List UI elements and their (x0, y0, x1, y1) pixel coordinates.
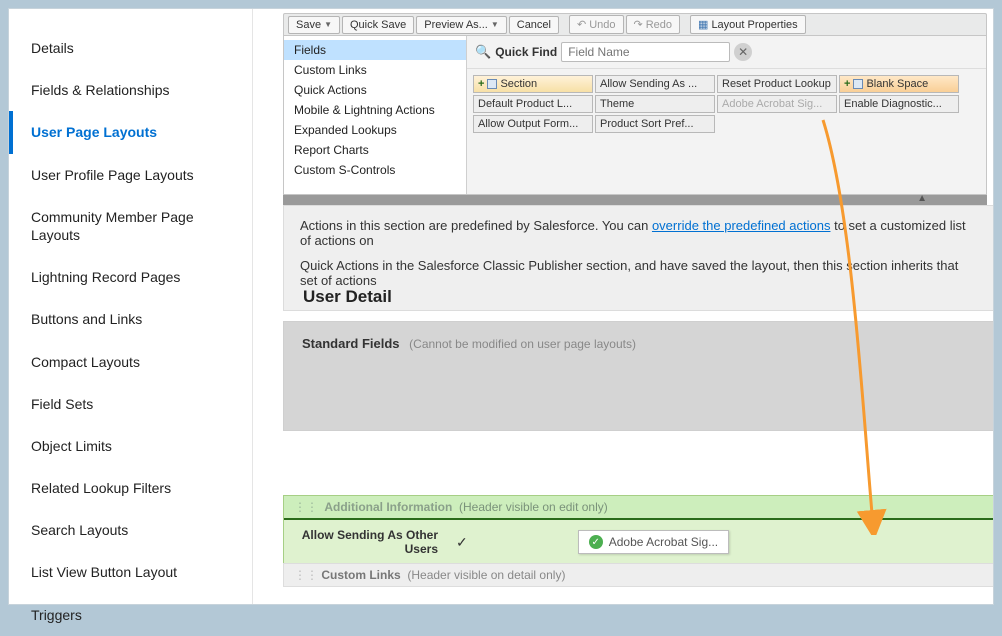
standard-fields-title: Standard Fields (302, 336, 400, 351)
preview-as-button[interactable]: Preview As...▼ (416, 16, 507, 34)
properties-icon: ▦ (698, 18, 708, 31)
palette-category-mobile-lightning-actions[interactable]: Mobile & Lightning Actions (284, 100, 466, 120)
redo-button[interactable]: ↷Redo (626, 15, 681, 34)
custom-links-section-header: ⋮⋮ Custom Links (Header visible on detai… (283, 563, 993, 587)
palette-chip-allow-output-form[interactable]: Allow Output Form... (473, 115, 593, 133)
drag-grip-icon: ⋮⋮ (294, 500, 318, 514)
sidebar-item-user-page-layouts[interactable]: User Page Layouts (9, 111, 252, 153)
drag-grip-icon: ⋮⋮ (294, 568, 318, 582)
quick-find-row: 🔍 Quick Find ✕ (467, 36, 986, 69)
search-icon: 🔍 (475, 44, 491, 60)
palette-chip-blank-space[interactable]: +Blank Space (839, 75, 959, 93)
undo-button[interactable]: ↶Undo (569, 15, 624, 34)
check-circle-icon: ✓ (589, 535, 603, 549)
palette-chip-allow-sending-as[interactable]: Allow Sending As ... (595, 75, 715, 93)
dropdown-icon: ▼ (324, 20, 332, 29)
caret-up-icon: ▲ (917, 193, 927, 204)
sidebar-item-user-profile-page-layouts[interactable]: User Profile Page Layouts (9, 154, 252, 196)
sidebar-item-lightning-record-pages[interactable]: Lightning Record Pages (9, 256, 252, 298)
user-detail-heading: User Detail (303, 287, 392, 307)
additional-information-header: ⋮⋮ Additional Information (Header visibl… (284, 496, 993, 520)
blank-space-icon (853, 79, 863, 89)
sidebar-item-community-member-page-layouts[interactable]: Community Member Page Layouts (9, 196, 252, 256)
sidebar-item-fields-relationships[interactable]: Fields & Relationships (9, 69, 252, 111)
palette-chip-reset-product-lookup[interactable]: Reset Product Lookup (717, 75, 837, 93)
palette-category-report-charts[interactable]: Report Charts (284, 140, 466, 160)
section-icon (487, 79, 497, 89)
field-palette: Fields Custom Links Quick Actions Mobile… (283, 35, 987, 195)
quick-find-clear-icon[interactable]: ✕ (734, 43, 752, 61)
palette-category-fields[interactable]: Fields (284, 40, 466, 60)
sidebar-item-buttons-and-links[interactable]: Buttons and Links (9, 298, 252, 340)
sidebar-item-related-lookup-filters[interactable]: Related Lookup Filters (9, 467, 252, 509)
standard-fields-note: (Cannot be modified on user page layouts… (409, 337, 636, 351)
sidebar-item-list-view-button-layout[interactable]: List View Button Layout (9, 551, 252, 593)
quick-find-input[interactable] (561, 42, 730, 62)
layout-toolbar: Save▼ Quick Save Preview As...▼ Cancel ↶… (283, 13, 987, 35)
palette-chip-section[interactable]: +Section (473, 75, 593, 93)
quick-find-label: Quick Find (495, 45, 557, 59)
palette-chip-enable-diagnostic[interactable]: Enable Diagnostic... (839, 95, 959, 113)
cancel-button[interactable]: Cancel (509, 16, 559, 34)
palette-chip-default-product-l[interactable]: Default Product L... (473, 95, 593, 113)
palette-category-expanded-lookups[interactable]: Expanded Lookups (284, 120, 466, 140)
allow-sending-checked-icon: ✓ (456, 534, 468, 551)
palette-chip-product-sort-pref[interactable]: Product Sort Pref... (595, 115, 715, 133)
palette-chip-adobe-acrobat-sig[interactable]: Adobe Acrobat Sig... (717, 95, 837, 113)
palette-category-list: Fields Custom Links Quick Actions Mobile… (284, 36, 467, 194)
sidebar-item-field-sets[interactable]: Field Sets (9, 383, 252, 425)
quick-save-button[interactable]: Quick Save (342, 16, 414, 34)
add-icon: + (844, 78, 850, 90)
setup-sidebar: Details Fields & Relationships User Page… (9, 9, 253, 604)
palette-category-quick-actions[interactable]: Quick Actions (284, 80, 466, 100)
redo-icon: ↷ (634, 18, 643, 31)
allow-sending-as-other-users-label: Allow Sending As Other Users (296, 528, 456, 557)
add-icon: + (478, 78, 484, 90)
palette-splitter[interactable]: ▲ (283, 195, 987, 205)
dropped-field-adobe-acrobat-sig[interactable]: ✓ Adobe Acrobat Sig... (578, 530, 729, 554)
sidebar-item-search-layouts[interactable]: Search Layouts (9, 509, 252, 551)
layout-editor: Save▼ Quick Save Preview As...▼ Cancel ↶… (253, 9, 993, 604)
override-predefined-actions-link[interactable]: override the predefined actions (652, 218, 831, 233)
palette-category-custom-links[interactable]: Custom Links (284, 60, 466, 80)
save-button[interactable]: Save▼ (288, 16, 340, 34)
sidebar-item-triggers[interactable]: Triggers (9, 594, 252, 636)
undo-icon: ↶ (577, 18, 586, 31)
dropdown-icon: ▼ (491, 20, 499, 29)
sidebar-item-compact-layouts[interactable]: Compact Layouts (9, 341, 252, 383)
layout-properties-button[interactable]: ▦Layout Properties (690, 15, 806, 34)
palette-category-custom-s-controls[interactable]: Custom S-Controls (284, 160, 466, 180)
standard-fields-section: Standard Fields (Cannot be modified on u… (283, 321, 993, 431)
sidebar-item-details[interactable]: Details (9, 27, 252, 69)
palette-chip-theme[interactable]: Theme (595, 95, 715, 113)
sidebar-item-object-limits[interactable]: Object Limits (9, 425, 252, 467)
additional-information-section[interactable]: ⋮⋮ Additional Information (Header visibl… (283, 495, 993, 566)
palette-chip-grid: +Section Allow Sending As ... Reset Prod… (467, 69, 986, 139)
